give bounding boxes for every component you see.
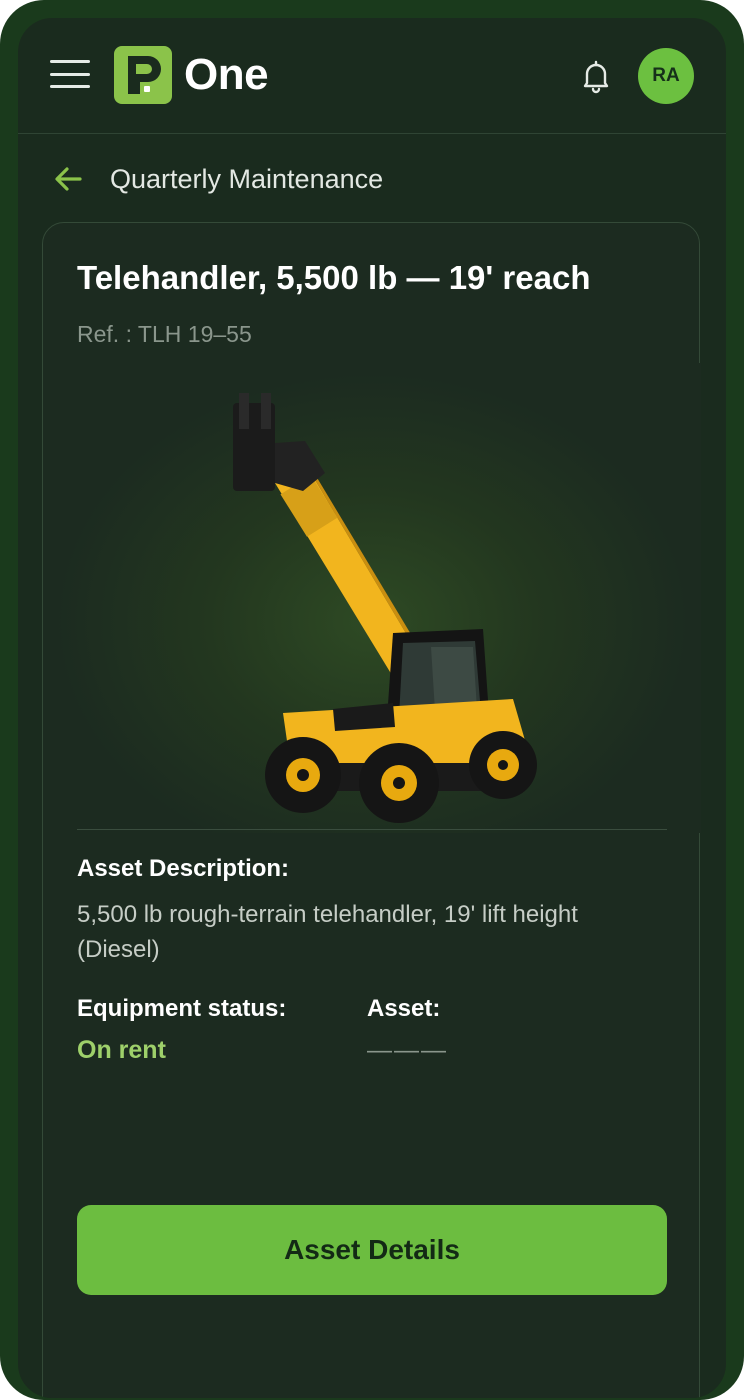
- app-screen: One RA Quarterly Maintenance Telehandler…: [18, 18, 726, 1398]
- device-frame: One RA Quarterly Maintenance Telehandler…: [0, 0, 744, 1400]
- bell-icon[interactable]: [576, 56, 616, 96]
- logo-text: One: [184, 50, 269, 99]
- asset-details-button[interactable]: Asset Details: [77, 1205, 667, 1295]
- description-label: Asset Description:: [77, 855, 290, 882]
- asset-value: ———: [367, 1036, 448, 1064]
- avatar[interactable]: RA: [638, 48, 694, 104]
- asset-card: Telehandler, 5,500 lb — 19' reach Ref. :…: [42, 222, 701, 1398]
- app-header: One RA: [18, 18, 726, 134]
- description-text: 5,500 lb rough-terrain telehandler, 19' …: [77, 901, 578, 963]
- logo-icon: [114, 46, 172, 104]
- asset-title: Telehandler, 5,500 lb — 19' reach: [77, 259, 591, 296]
- status-value: On rent: [77, 1036, 166, 1064]
- breadcrumb[interactable]: Quarterly Maintenance: [110, 161, 383, 197]
- telehandler-image: [43, 363, 701, 833]
- divider: [77, 829, 667, 830]
- arrow-left-icon[interactable]: [52, 164, 86, 194]
- hamburger-icon[interactable]: [48, 56, 92, 92]
- asset-label: Asset:: [367, 995, 441, 1022]
- status-label: Equipment status:: [77, 995, 287, 1022]
- asset-ref: Ref. : TLH 19–55: [77, 321, 252, 347]
